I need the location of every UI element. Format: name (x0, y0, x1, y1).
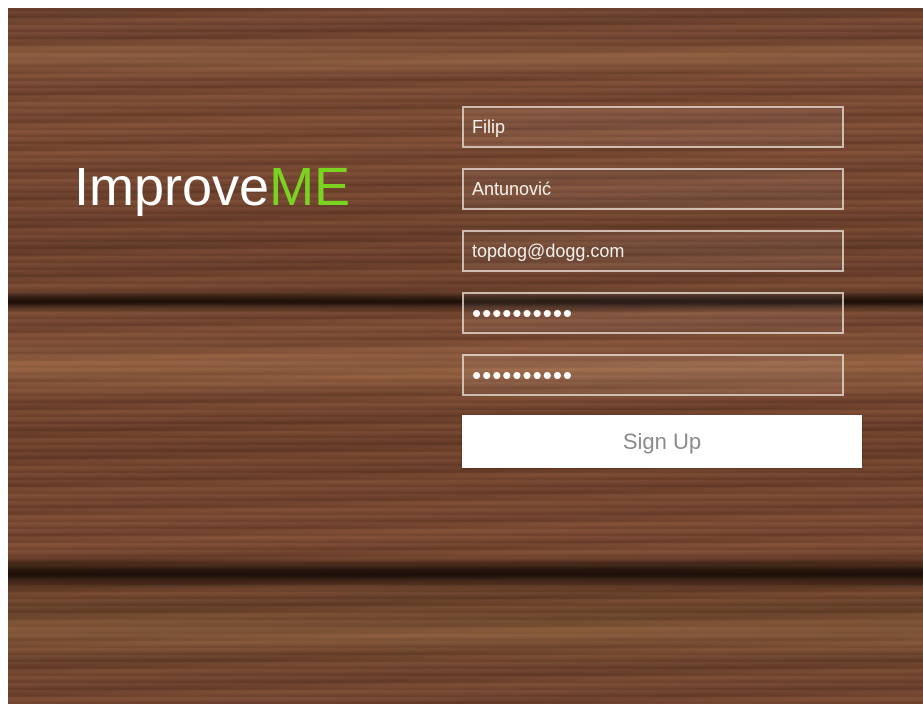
wood-highlight (8, 38, 923, 78)
sign-up-button[interactable]: Sign Up (462, 415, 862, 468)
confirm-password-value: •••••••••• (472, 360, 574, 390)
password-field[interactable]: •••••••••• (462, 292, 844, 334)
sign-up-label: Sign Up (622, 428, 702, 454)
email-field[interactable]: topdog@dogg.com (462, 230, 844, 272)
first-name-value: Filip (472, 116, 506, 137)
last-name-value: Antunović (472, 178, 552, 199)
email-value: topdog@dogg.com (472, 240, 625, 261)
last-name-field[interactable]: Antunović (462, 168, 844, 210)
logo-text-main: Improve (74, 157, 270, 217)
app-logo: ImproveME (74, 160, 350, 214)
logo-text-accent: ME (269, 157, 351, 217)
plank-seam (8, 556, 923, 590)
confirm-password-field[interactable]: •••••••••• (462, 354, 844, 396)
password-value: •••••••••• (472, 298, 574, 328)
wood-highlight (8, 608, 923, 658)
first-name-field[interactable]: Filip (462, 106, 844, 148)
wood-background: ImproveME Filip Antunović topdog@dogg.co… (8, 8, 923, 704)
